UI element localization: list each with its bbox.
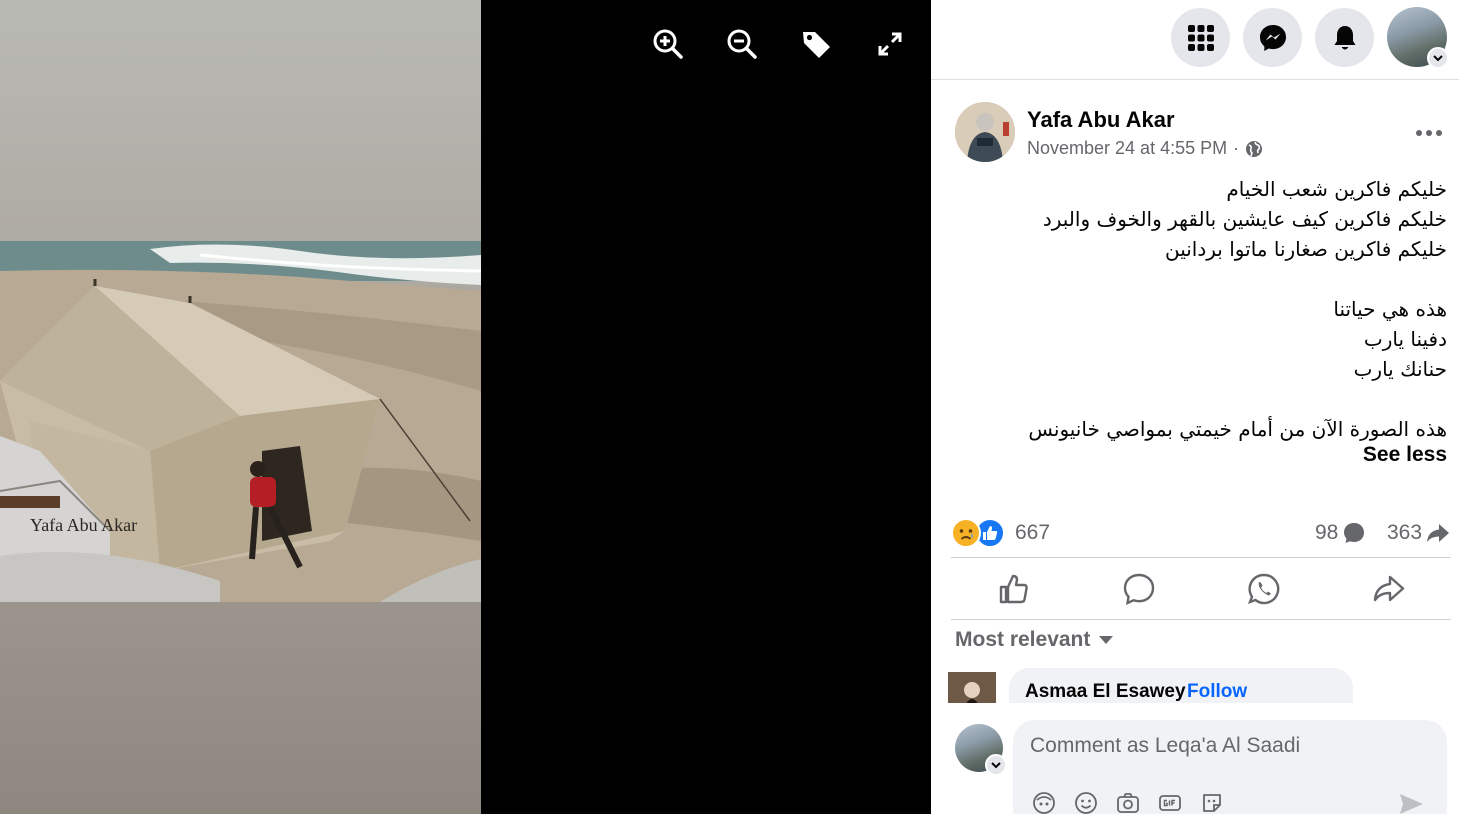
whatsapp-icon bbox=[1247, 573, 1279, 605]
tag-icon bbox=[803, 32, 830, 58]
photo-viewer: Yafa Abu Akar bbox=[0, 0, 931, 814]
comment-item: Asmaa El Esawey · Follow bbox=[931, 668, 1459, 703]
emoji-icon bbox=[1075, 792, 1097, 814]
post-actions bbox=[951, 560, 1451, 618]
author-avatar[interactable] bbox=[955, 102, 1015, 162]
top-navigation bbox=[931, 0, 1459, 80]
zoom-out-button[interactable] bbox=[724, 26, 760, 62]
gif-icon bbox=[1159, 795, 1181, 811]
sticker-button[interactable] bbox=[1199, 790, 1225, 814]
comment-bubble: Asmaa El Esawey · Follow bbox=[1009, 668, 1353, 703]
post-text-line: هذه هي حياتنا bbox=[1333, 297, 1447, 321]
composer-avatar[interactable] bbox=[955, 724, 1007, 776]
meta-separator: · bbox=[1233, 138, 1240, 158]
avatar-sticker-button[interactable] bbox=[1031, 790, 1057, 814]
share-button[interactable] bbox=[1359, 565, 1419, 613]
post-timestamp[interactable]: November 24 at 4:55 PM bbox=[1027, 138, 1227, 159]
reactions-count[interactable]: 667 bbox=[1015, 521, 1050, 545]
author-name[interactable]: Yafa Abu Akar bbox=[1027, 107, 1175, 133]
see-less-link[interactable]: See less bbox=[1331, 443, 1447, 467]
share-count-icon bbox=[1427, 524, 1450, 542]
comment-input[interactable] bbox=[1030, 734, 1410, 758]
commenter-name[interactable]: Asmaa El Esawey · bbox=[1025, 681, 1197, 703]
globe-icon bbox=[1246, 140, 1263, 157]
commenter-avatar[interactable] bbox=[948, 672, 996, 703]
post-text-line: خليكم فاكرين شعب الخيام bbox=[1226, 177, 1447, 201]
follow-link[interactable]: Follow bbox=[1187, 681, 1247, 703]
post-text-line bbox=[971, 384, 1447, 414]
post-text-line: خليكم فاكرين صغارنا ماتوا بردانين bbox=[1164, 237, 1447, 261]
zoom-in-icon bbox=[653, 29, 683, 59]
send-icon bbox=[1400, 794, 1423, 814]
comment-count-icon bbox=[1344, 523, 1365, 543]
account-menu-button[interactable] bbox=[1387, 7, 1449, 69]
camera-icon bbox=[1117, 793, 1139, 813]
viewer-toolbar bbox=[650, 26, 908, 62]
zoom-in-button[interactable] bbox=[650, 26, 686, 62]
emoji-button[interactable] bbox=[1073, 790, 1099, 814]
avatar-sticker-icon bbox=[1033, 792, 1055, 814]
post-text-line: خليكم فاكرين كيف عايشين بالقهر والخوف وا… bbox=[1042, 207, 1447, 231]
divider bbox=[951, 619, 1451, 620]
sad-reaction-icon bbox=[951, 518, 981, 548]
post-text-line: حنانك يارب bbox=[1353, 357, 1447, 381]
notifications-button[interactable] bbox=[1315, 8, 1374, 67]
messenger-icon bbox=[1259, 24, 1286, 51]
divider bbox=[951, 557, 1451, 558]
fullscreen-icon bbox=[878, 32, 902, 56]
post-photo[interactable]: Yafa Abu Akar bbox=[0, 0, 481, 814]
shares-count[interactable]: 363 bbox=[1387, 521, 1450, 545]
post-text-line bbox=[971, 264, 1447, 294]
post-text-line: هذه الصورة الآن من أمام خيمتي بمواصي خان… bbox=[1028, 417, 1447, 441]
notifications-bell-icon bbox=[1334, 25, 1355, 49]
chevron-down-icon bbox=[985, 754, 1007, 776]
post-panel: Yafa Abu Akar November 24 at 4:55 PM · خ… bbox=[931, 0, 1459, 814]
more-options-icon bbox=[1416, 130, 1442, 136]
post-text: خليكم فاكرين شعب الخيام خليكم فاكرين كيف… bbox=[971, 174, 1447, 444]
fullscreen-button[interactable] bbox=[872, 26, 908, 62]
share-icon bbox=[1373, 575, 1404, 602]
whatsapp-send-button[interactable] bbox=[1234, 565, 1294, 613]
messenger-button[interactable] bbox=[1243, 8, 1302, 67]
zoom-out-icon bbox=[727, 29, 757, 59]
like-icon bbox=[999, 574, 1028, 604]
post-text-line: دفينا يارب bbox=[1363, 327, 1447, 351]
photo-button[interactable] bbox=[1115, 790, 1141, 814]
menu-grid-icon bbox=[1187, 24, 1214, 51]
comment-composer bbox=[1013, 720, 1447, 814]
comment-icon bbox=[1123, 573, 1154, 606]
comments-count[interactable]: 98 bbox=[1315, 521, 1366, 545]
reaction-icons[interactable] bbox=[951, 518, 1005, 548]
shares-count-value: 363 bbox=[1387, 521, 1423, 544]
sticker-icon bbox=[1203, 794, 1221, 812]
post-meta: November 24 at 4:55 PM · bbox=[1027, 138, 1263, 159]
comment-sort-dropdown[interactable]: Most relevant bbox=[955, 628, 1114, 652]
post-options-button[interactable] bbox=[1409, 118, 1449, 148]
send-comment-button[interactable] bbox=[1397, 790, 1425, 814]
caret-down-icon bbox=[1099, 636, 1114, 644]
reactions-summary: 667 98 363 bbox=[951, 517, 1457, 551]
chevron-down-icon bbox=[1427, 47, 1449, 69]
comment-button[interactable] bbox=[1109, 565, 1169, 613]
menu-button[interactable] bbox=[1171, 8, 1230, 67]
gif-button[interactable] bbox=[1157, 790, 1183, 814]
post-header: Yafa Abu Akar November 24 at 4:55 PM · bbox=[955, 102, 1455, 168]
sort-label: Most relevant bbox=[955, 628, 1091, 651]
photo-scene bbox=[0, 241, 481, 602]
commenter-name-text: Asmaa El Esawey bbox=[1025, 681, 1186, 702]
tag-photo-button[interactable] bbox=[798, 26, 834, 62]
photo-watermark: Yafa Abu Akar bbox=[30, 515, 138, 535]
comments-count-value: 98 bbox=[1315, 521, 1339, 544]
like-button[interactable] bbox=[984, 565, 1044, 613]
composer-tools bbox=[1031, 790, 1225, 814]
